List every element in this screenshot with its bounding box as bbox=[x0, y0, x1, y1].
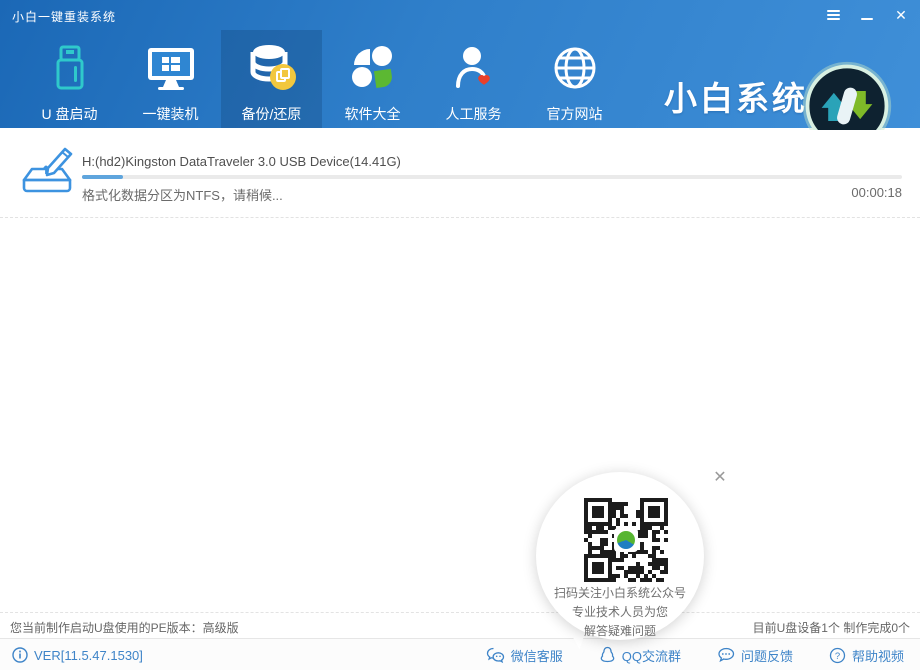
version-label: VER[11.5.47.1530] bbox=[34, 648, 143, 663]
window-controls: ✕ bbox=[822, 6, 912, 24]
tab-label: 人工服务 bbox=[423, 104, 524, 124]
monitor-icon bbox=[120, 42, 221, 94]
qr-popup: 扫码关注小白系统公众号 专业技术人员为您 解答疑难问题 ✕ bbox=[530, 464, 730, 660]
pe-version-status: 您当前制作启动U盘使用的PE版本：高级版 bbox=[10, 619, 239, 636]
qr-popup-bubble: 扫码关注小白系统公众号 专业技术人员为您 解答疑难问题 bbox=[536, 472, 704, 640]
person-heart-icon bbox=[423, 42, 524, 94]
clover-icon bbox=[322, 42, 423, 94]
minimize-button[interactable] bbox=[856, 6, 878, 24]
close-icon: ✕ bbox=[895, 8, 907, 22]
nav-bar: U 盘启动 一键装机 bbox=[0, 30, 920, 128]
qr-center-logo-icon bbox=[614, 528, 638, 552]
tab-one-click-install[interactable]: 一键装机 bbox=[120, 30, 221, 128]
globe-icon bbox=[524, 42, 625, 94]
qr-close-icon[interactable]: ✕ bbox=[712, 470, 728, 486]
tab-label: 官方网站 bbox=[524, 104, 625, 124]
footer-link-label: 问题反馈 bbox=[741, 646, 793, 665]
window-title: 小白一键重装系统 bbox=[12, 8, 116, 25]
task-card: H:(hd2)Kingston DataTraveler 3.0 USB Dev… bbox=[0, 130, 920, 218]
progress-bar bbox=[82, 175, 902, 179]
tab-official-site[interactable]: 官方网站 bbox=[524, 30, 625, 128]
header: 小白一键重装系统 ✕ bbox=[0, 0, 920, 128]
brand-name: 小白系统 bbox=[664, 72, 808, 120]
status-bar: 您当前制作启动U盘使用的PE版本：高级版 目前U盘设备1个 制作完成0个 bbox=[0, 612, 920, 638]
tab-label: U 盘启动 bbox=[19, 104, 120, 124]
tab-label: 备份/还原 bbox=[221, 104, 322, 124]
tab-usb-boot[interactable]: U 盘启动 bbox=[19, 30, 120, 128]
qr-line: 扫码关注小白系统公众号 bbox=[536, 584, 704, 603]
footer: VER[11.5.47.1530] 微信客服 QQ交流群 bbox=[0, 638, 920, 670]
elapsed-timer: 00:00:18 bbox=[851, 185, 902, 200]
qr-popup-text: 扫码关注小白系统公众号 专业技术人员为您 解答疑难问题 bbox=[536, 584, 704, 641]
info-icon bbox=[12, 647, 28, 663]
qr-line: 解答疑难问题 bbox=[536, 622, 704, 641]
database-icon bbox=[221, 42, 322, 94]
wechat-icon bbox=[486, 647, 505, 664]
disk-write-icon bbox=[18, 142, 76, 205]
help-icon: ? bbox=[829, 647, 846, 664]
version-info[interactable]: VER[11.5.47.1530] bbox=[12, 639, 143, 671]
footer-link-label: 帮助视频 bbox=[852, 646, 904, 665]
tab-backup-restore[interactable]: 备份/还原 bbox=[221, 30, 322, 128]
title-bar: 小白一键重装系统 ✕ bbox=[0, 0, 920, 30]
tab-software[interactable]: 软件大全 bbox=[322, 30, 423, 128]
usb-device-status: 目前U盘设备1个 制作完成0个 bbox=[753, 619, 910, 636]
tab-label: 软件大全 bbox=[322, 104, 423, 124]
menu-button[interactable] bbox=[822, 6, 844, 24]
usb-drive-icon bbox=[19, 42, 120, 94]
app-window: 小白一键重装系统 ✕ bbox=[0, 0, 920, 670]
qr-line: 专业技术人员为您 bbox=[536, 603, 704, 622]
help-video-link[interactable]: ? 帮助视频 bbox=[829, 646, 904, 665]
svg-text:?: ? bbox=[835, 651, 840, 662]
progress-fill bbox=[82, 175, 123, 179]
task-status-text: 格式化数据分区为NTFS，请稍候... bbox=[82, 185, 283, 204]
close-button[interactable]: ✕ bbox=[890, 6, 912, 24]
minimize-icon bbox=[861, 18, 873, 20]
tab-human-service[interactable]: 人工服务 bbox=[423, 30, 524, 128]
device-title: H:(hd2)Kingston DataTraveler 3.0 USB Dev… bbox=[82, 154, 401, 169]
menu-icon bbox=[827, 10, 840, 20]
tab-label: 一键装机 bbox=[120, 104, 221, 124]
